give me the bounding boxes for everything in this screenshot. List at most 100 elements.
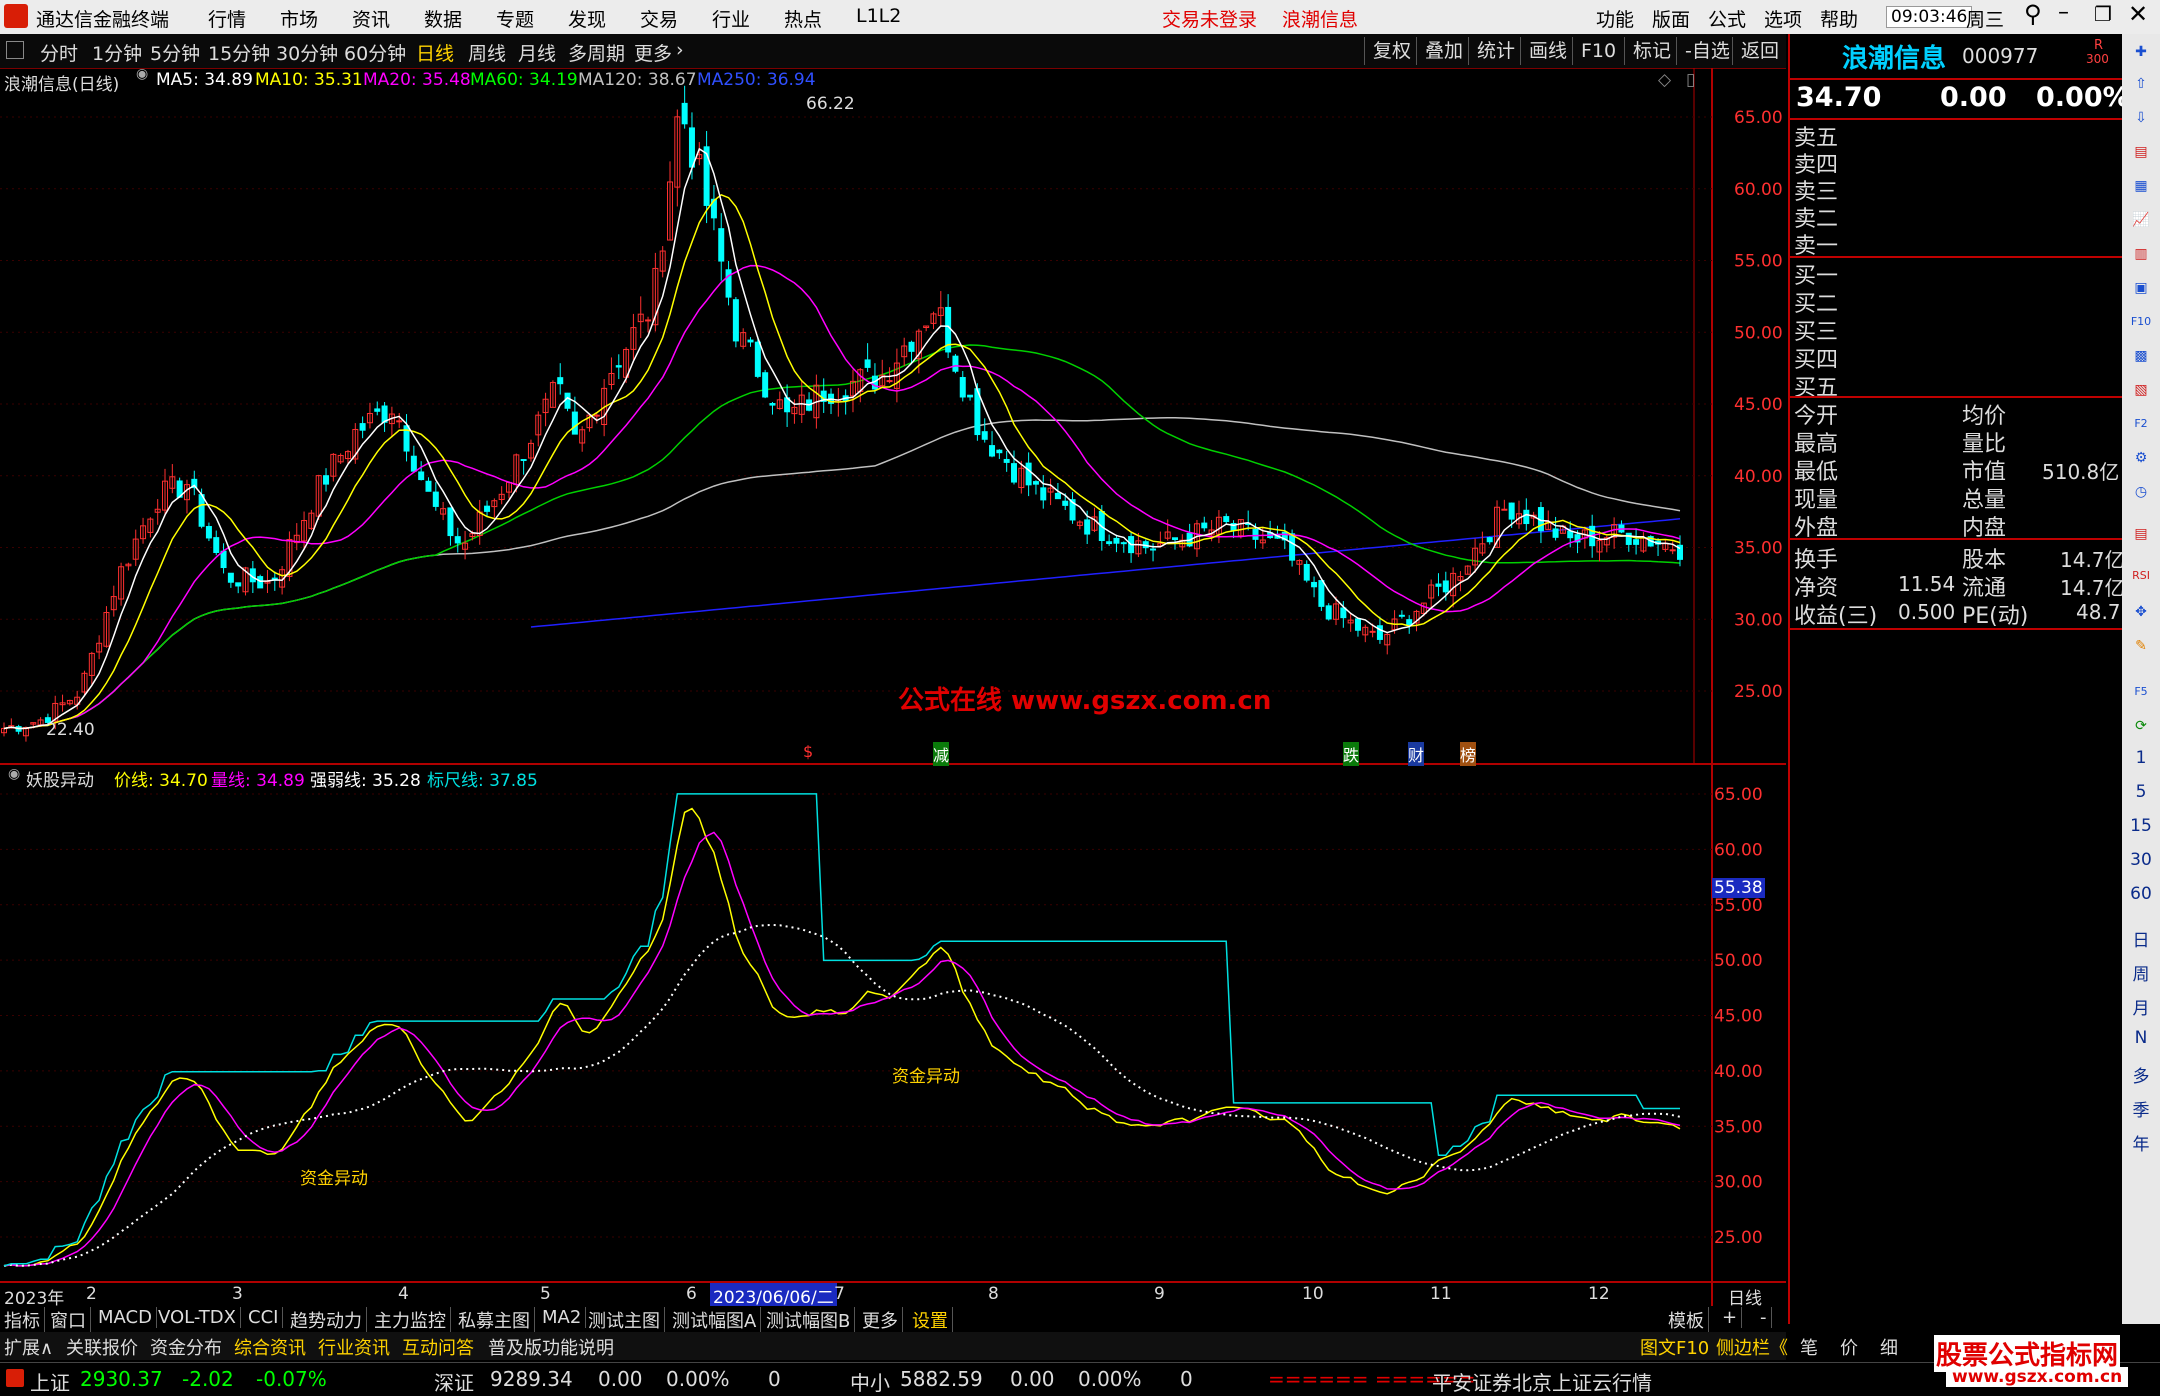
period-side-year[interactable]: 年 xyxy=(2122,1130,2160,1155)
close-icon[interactable]: ✕ xyxy=(2128,0,2148,28)
event-marker-bang[interactable]: 榜 xyxy=(1460,742,1477,766)
tab-expand[interactable]: 扩展∧ xyxy=(4,1334,53,1360)
period-side-month[interactable]: 月 xyxy=(2122,994,2160,1019)
panel-toggle-icon[interactable] xyxy=(6,41,24,59)
tab-test-main[interactable]: 测试主图 xyxy=(588,1307,665,1333)
toolbar-huaxian[interactable]: 画线 xyxy=(1520,37,1575,65)
menu-shichang[interactable]: 市场 xyxy=(280,5,318,32)
period-side-5[interactable]: 5 xyxy=(2122,782,2160,802)
menu-gongshi[interactable]: 公式 xyxy=(1708,5,1746,32)
menu-faxian[interactable]: 发现 xyxy=(568,5,606,32)
tab-bi[interactable]: 笔 xyxy=(1800,1334,1818,1360)
tab-news[interactable]: 综合资讯 xyxy=(234,1334,306,1360)
refresh-icon[interactable]: ⟳ xyxy=(2129,714,2153,738)
menu-bangzhu[interactable]: 帮助 xyxy=(1820,5,1858,32)
menu-hangye[interactable]: 行业 xyxy=(712,5,750,32)
tab-cci[interactable]: CCI xyxy=(248,1307,284,1328)
tab-qushi[interactable]: 趋势动力 xyxy=(290,1307,367,1333)
login-status[interactable]: 交易未登录 xyxy=(1162,5,1257,32)
arrow-up-icon[interactable]: ⇧ xyxy=(2129,72,2153,96)
period-60min[interactable]: 60分钟 xyxy=(344,39,406,66)
tab-jia[interactable]: 价 xyxy=(1840,1334,1858,1360)
pin-icon[interactable]: ✚ xyxy=(2129,40,2153,64)
zx-index-label[interactable]: 中小 xyxy=(850,1367,890,1396)
toolbar-fanhui[interactable]: 返回 xyxy=(1732,37,1787,65)
toolbar-f10[interactable]: F10 xyxy=(1572,37,1624,65)
tab-vol-tdx[interactable]: VOL-TDX xyxy=(158,1307,241,1328)
tab-fund-distribution[interactable]: 资金分布 xyxy=(150,1334,222,1360)
menu-zhuanti[interactable]: 专题 xyxy=(496,5,534,32)
period-side-day[interactable]: 日 xyxy=(2122,926,2160,951)
tab-zhibiao[interactable]: 指标 xyxy=(4,1307,45,1333)
indicator-name[interactable]: 妖股异动 xyxy=(26,766,94,791)
search-icon[interactable]: ⚲ xyxy=(2024,0,2042,28)
f10-icon[interactable]: F10 xyxy=(2129,310,2153,334)
arrow-down-icon[interactable]: ⇩ xyxy=(2129,106,2153,130)
tab-plus[interactable]: + xyxy=(1722,1307,1743,1328)
diamond-icon[interactable]: ◇ xyxy=(1658,70,1671,90)
period-weekly[interactable]: 周线 xyxy=(468,39,506,66)
indicator-menu-icon[interactable]: ◉ xyxy=(8,766,20,782)
tab-template[interactable]: 模板 xyxy=(1668,1307,1709,1333)
kline-chart-area[interactable]: 65.00 60.00 55.00 50.00 45.00 40.00 35.00 30.00… xyxy=(0,68,1786,1306)
toolbar-tongji[interactable]: 统计 xyxy=(1468,37,1523,65)
panel-close-icon[interactable]: ▯ xyxy=(1686,70,1695,90)
sh-index-label[interactable]: 上证 xyxy=(30,1367,70,1396)
tab-related-quotes[interactable]: 关联报价 xyxy=(66,1334,138,1360)
table-icon[interactable]: ▦ xyxy=(2129,174,2153,198)
period-side-1[interactable]: 1 xyxy=(2122,748,2160,768)
sz-index-label[interactable]: 深证 xyxy=(434,1367,474,1396)
tab-chuangkou[interactable]: 窗口 xyxy=(50,1307,91,1333)
period-5min[interactable]: 5分钟 xyxy=(150,39,200,66)
rsi-icon[interactable]: RSI xyxy=(2129,564,2153,588)
sas-icon[interactable]: ▤ xyxy=(2129,522,2153,546)
tab-industry-news[interactable]: 行业资讯 xyxy=(318,1334,390,1360)
market-icon[interactable] xyxy=(6,1369,24,1387)
event-marker-jian[interactable]: 减 xyxy=(933,742,950,766)
period-side-15[interactable]: 15 xyxy=(2122,816,2160,836)
menu-l1l2[interactable]: L1L2 xyxy=(856,5,901,27)
menu-redian[interactable]: 热点 xyxy=(784,5,822,32)
period-side-60[interactable]: 60 xyxy=(2122,884,2160,904)
toolbar-fuquan[interactable]: 复权 xyxy=(1364,37,1419,65)
server-name[interactable]: 平安证券北京上证云行情 xyxy=(1432,1367,1652,1396)
event-marker-die[interactable]: 跌 xyxy=(1343,742,1360,766)
tab-help[interactable]: 普及版功能说明 xyxy=(488,1334,614,1360)
chart-menu-icon[interactable]: ◉ xyxy=(136,66,148,82)
period-side-week[interactable]: 周 xyxy=(2122,960,2160,985)
tab-sidebar[interactable]: 侧边栏《 xyxy=(1716,1334,1788,1360)
menu-xuanxiang[interactable]: 选项 xyxy=(1764,5,1802,32)
tab-minus[interactable]: - xyxy=(1760,1307,1772,1328)
timer-icon[interactable]: ◷ xyxy=(2129,480,2153,504)
menu-gongneng[interactable]: 功能 xyxy=(1596,5,1634,32)
period-daily[interactable]: 日线 xyxy=(416,39,454,66)
line-chart-icon[interactable]: 📈 xyxy=(2129,208,2153,232)
grid-icon[interactable]: ▩ xyxy=(2129,344,2153,368)
restore-icon[interactable]: ❐ xyxy=(2094,2,2112,26)
pencil-icon[interactable]: ✎ xyxy=(2129,634,2153,658)
event-marker-cai[interactable]: 财 xyxy=(1408,742,1425,766)
tab-settings[interactable]: 设置 xyxy=(912,1307,953,1333)
period-side-multi[interactable]: 多 xyxy=(2122,1062,2160,1087)
tab-simu[interactable]: 私募主图 xyxy=(458,1307,535,1333)
document-icon[interactable]: ▧ xyxy=(2129,378,2153,402)
tab-more[interactable]: 更多 xyxy=(862,1307,903,1333)
period-multi[interactable]: 多周期 xyxy=(568,39,625,66)
period-fenshi[interactable]: 分时 xyxy=(40,39,78,66)
minimize-icon[interactable]: – xyxy=(2058,0,2069,25)
move-icon[interactable]: ✥ xyxy=(2129,600,2153,624)
f2-icon[interactable]: F2 xyxy=(2129,412,2153,436)
period-more[interactable]: 更多 xyxy=(634,39,672,66)
period-30min[interactable]: 30分钟 xyxy=(276,39,338,66)
menu-zixun[interactable]: 资讯 xyxy=(352,5,390,32)
news-icon[interactable]: ▣ xyxy=(2129,276,2153,300)
period-side-quarter[interactable]: 季 xyxy=(2122,1096,2160,1121)
tab-f10[interactable]: 图文F10 xyxy=(1640,1334,1709,1360)
tab-xi[interactable]: 细 xyxy=(1880,1334,1898,1360)
kline-icon[interactable]: ▥ xyxy=(2129,242,2153,266)
menu-jiaoyi[interactable]: 交易 xyxy=(640,5,678,32)
period-side-30[interactable]: 30 xyxy=(2122,850,2160,870)
tab-ma2[interactable]: MA2 xyxy=(542,1307,587,1328)
tab-test-b[interactable]: 测试幅图B xyxy=(766,1307,856,1333)
quote-list-icon[interactable]: ▤ xyxy=(2129,140,2153,164)
